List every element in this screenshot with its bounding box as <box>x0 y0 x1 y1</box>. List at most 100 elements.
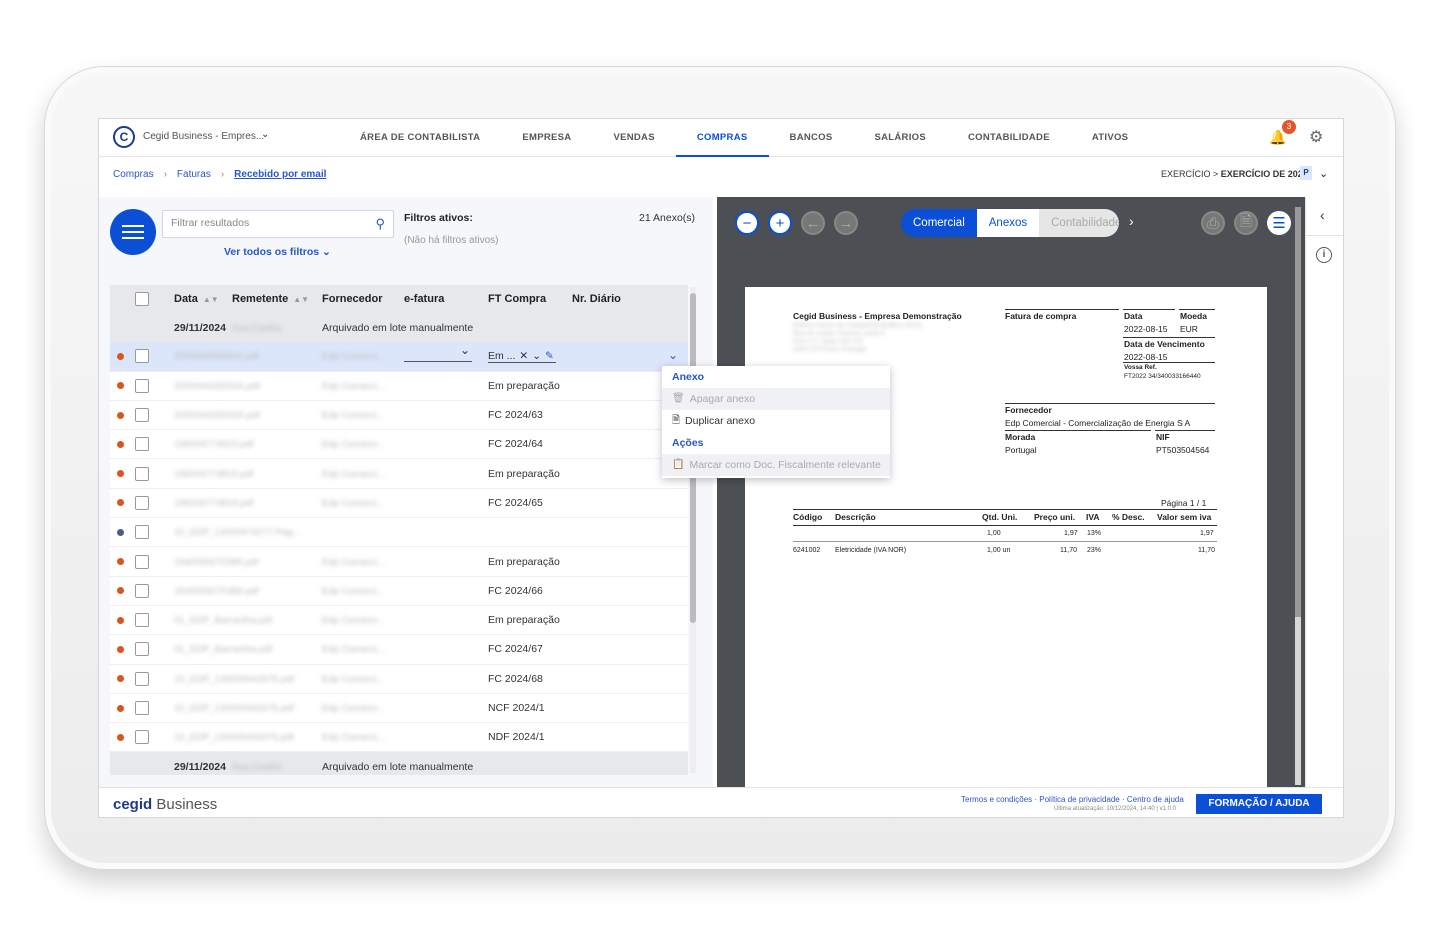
table-row[interactable]: 1540059270389.pdf Edp Comerci... FC 2024/6… <box>110 577 688 606</box>
see-all-filters-link[interactable]: Ver todos os filtros ⌄ <box>224 246 331 258</box>
doc-line-code: 6241002 <box>793 547 821 554</box>
table-scrollbar[interactable] <box>690 287 696 773</box>
chevron-down-icon[interactable]: ⌄ <box>532 350 541 362</box>
row-checkbox[interactable] <box>135 613 149 628</box>
efatura-select[interactable] <box>404 343 472 362</box>
arrow-left-icon[interactable]: ← <box>801 211 825 235</box>
col-fornecedor[interactable]: Fornecedor <box>322 293 404 305</box>
tab-contabilidade[interactable]: Contabilidade <box>1039 209 1120 237</box>
cell-ft-compra: FC 2024/64 <box>488 438 543 451</box>
menu-item-0[interactable]: ÁREA DE CONTABILISTA <box>339 119 501 157</box>
chevron-down-icon[interactable]: ⌄ <box>668 348 678 362</box>
table-row[interactable]: 196004774819.pdf Edp Comerci... FC 2024/64 <box>110 430 688 460</box>
menu-item-5[interactable]: SALÁRIOS <box>854 119 948 157</box>
cell-supplier: Edp Comerci... <box>322 351 385 363</box>
menu-item-7[interactable]: ATIVOS <box>1071 119 1149 157</box>
row-checkbox[interactable] <box>135 466 149 481</box>
col-remetente[interactable]: Remetente ▲▼ <box>232 293 322 305</box>
row-checkbox[interactable] <box>135 554 149 569</box>
exercise-badge: P <box>1300 166 1312 180</box>
table-row[interactable]: 2000045092024.pdf Edp Comerci... Em ...✕ ⌄ ✎… <box>110 342 688 372</box>
table-row[interactable]: 1540059270389.pdf Edp Comerci... Em prepar… <box>110 547 688 577</box>
ft-compra-editor[interactable]: Em ... ✕ ⌄ ✎ <box>488 350 556 363</box>
breadcrumb-recebido[interactable]: Recebido por email <box>234 169 326 180</box>
help-button[interactable]: FORMAÇÃO / AJUDA <box>1196 794 1322 814</box>
exercise-selector[interactable]: EXERCÍCIO > EXERCÍCIO DE 2024 <box>1161 169 1308 179</box>
cegid-logo-icon[interactable]: C <box>113 126 135 148</box>
table-row[interactable]: 10_EDP_130009442676.pdf Edp Comerci... NCF… <box>110 694 688 724</box>
doc-date: 2022-08-15 <box>1124 324 1168 334</box>
arrow-right-icon[interactable]: → <box>834 211 858 235</box>
hamburger-menu-button[interactable] <box>110 209 156 255</box>
chevron-right-icon[interactable]: › <box>1129 213 1134 229</box>
print-icon[interactable]: ⎙ <box>1201 211 1225 235</box>
row-checkbox[interactable] <box>135 730 149 745</box>
doc-address-4: 4300-273 Porto, Portugal <box>793 346 866 353</box>
table-row[interactable]: 196004774819.pdf Edp Comerci... Em prepara… <box>110 459 688 489</box>
row-checkbox[interactable] <box>135 642 149 657</box>
document-viewer: − + ← → Comercial Anexos Contabilidade ›… <box>717 197 1305 787</box>
chevron-down-icon[interactable]: ⌄ <box>261 129 269 140</box>
tab-comercial[interactable]: Comercial <box>901 209 977 237</box>
footer-links[interactable]: Termos e condições · Política de privaci… <box>961 795 1184 804</box>
chevron-left-icon[interactable]: ‹ <box>1320 207 1325 223</box>
breadcrumb-compras[interactable]: Compras <box>113 169 154 180</box>
col-data[interactable]: Data ▲▼ <box>154 293 232 305</box>
table-row[interactable]: 10_EDP_14000474277.Pag... <box>110 518 688 548</box>
duplicate-attachment-item[interactable]: 🗎 Duplicar anexo <box>662 410 890 432</box>
doc-address-1: Edifício Centro de Campanhã (Edifício NO… <box>793 322 922 329</box>
list-menu-icon[interactable]: ☰ <box>1267 211 1291 235</box>
doc-col-codigo: Código <box>793 512 823 522</box>
search-input[interactable] <box>171 217 361 229</box>
status-dot <box>116 352 124 360</box>
menu-item-4[interactable]: BANCOS <box>769 119 854 157</box>
group-row[interactable]: 29/11/2024 Ana Coelho Arquivado em lote ma… <box>110 752 688 775</box>
company-selector[interactable]: Cegid Business - Empres... <box>143 131 264 142</box>
select-all-checkbox[interactable] <box>135 292 149 306</box>
row-checkbox[interactable] <box>135 671 149 686</box>
delete-attachment-item[interactable]: 🗑 Apagar anexo <box>662 388 890 410</box>
col-ft-compra[interactable]: FT Compra <box>488 293 572 305</box>
search-icon[interactable]: ⚲ <box>375 216 385 232</box>
table-row[interactable]: 01_EDP_Barrantha.pdf Edp Comerci... Em pre… <box>110 606 688 636</box>
last-updated: Última atualização: 10/12/2024, 14:40 | … <box>1054 806 1176 812</box>
row-checkbox[interactable] <box>135 701 149 715</box>
cell-ft-compra: FC 2024/65 <box>488 496 543 509</box>
menu-item-3[interactable]: COMPRAS <box>675 119 769 157</box>
breadcrumb-faturas[interactable]: Faturas <box>177 169 211 180</box>
gear-icon[interactable]: ⚙ <box>1309 127 1323 147</box>
zoom-in-icon[interactable]: + <box>768 211 792 235</box>
row-checkbox[interactable] <box>135 378 149 393</box>
pdf-icon[interactable]: 🗎 <box>1234 211 1258 235</box>
row-checkbox[interactable] <box>135 408 149 423</box>
doc-sum-total: 1,97 <box>1200 530 1214 537</box>
table-row[interactable]: 01_EDP_Barrantha.pdf Edp Comerci... FC 202… <box>110 635 688 665</box>
cell-ft-compra: FC 2024/63 <box>488 409 543 422</box>
row-checkbox[interactable] <box>135 349 149 364</box>
doc-col-valor: Valor sem iva <box>1157 512 1212 522</box>
row-checkbox[interactable] <box>135 437 149 452</box>
row-checkbox[interactable] <box>135 495 149 510</box>
table-row[interactable]: 200004429202A.pdf Edp Comerci... Em prepar… <box>110 372 688 401</box>
info-icon[interactable]: i <box>1316 247 1332 263</box>
zoom-out-icon[interactable]: − <box>735 211 759 235</box>
table-row[interactable]: 10_EDP_130009442676.pdf Edp Comerci... NDF… <box>110 723 688 753</box>
tab-anexos[interactable]: Anexos <box>976 209 1040 237</box>
group-row[interactable]: 29/11/2024 Ana Coelho Arquivado em lote ma… <box>110 313 688 343</box>
table-row[interactable]: 10_EDP_130009442676.pdf Edp Comerci... FC … <box>110 665 688 694</box>
close-icon[interactable]: ✕ <box>519 350 528 362</box>
table-row[interactable]: 200004429202A.pdf Edp Comerci... FC 2024/6… <box>110 401 688 431</box>
menu-item-2[interactable]: VENDAS <box>592 119 675 157</box>
menu-item-6[interactable]: CONTABILIDADE <box>947 119 1071 157</box>
col-nr-diario[interactable]: Nr. Diário <box>572 293 652 305</box>
mark-fiscal-item[interactable]: 📋 Marcar como Doc. Fiscalmente relevante <box>662 454 890 476</box>
pencil-icon[interactable]: ✎ <box>545 350 554 362</box>
table-row[interactable]: 196004774819.pdf Edp Comerci... FC 2024/65 <box>110 489 688 519</box>
viewer-scrollbar[interactable] <box>1295 207 1301 785</box>
row-checkbox[interactable] <box>135 583 149 598</box>
col-efatura[interactable]: e-fatura <box>404 293 488 305</box>
row-checkbox[interactable] <box>135 525 149 540</box>
menu-item-1[interactable]: EMPRESA <box>501 119 592 157</box>
doc-currency-label: Moeda <box>1180 311 1207 321</box>
chevron-down-icon[interactable]: ⌄ <box>1319 167 1328 180</box>
